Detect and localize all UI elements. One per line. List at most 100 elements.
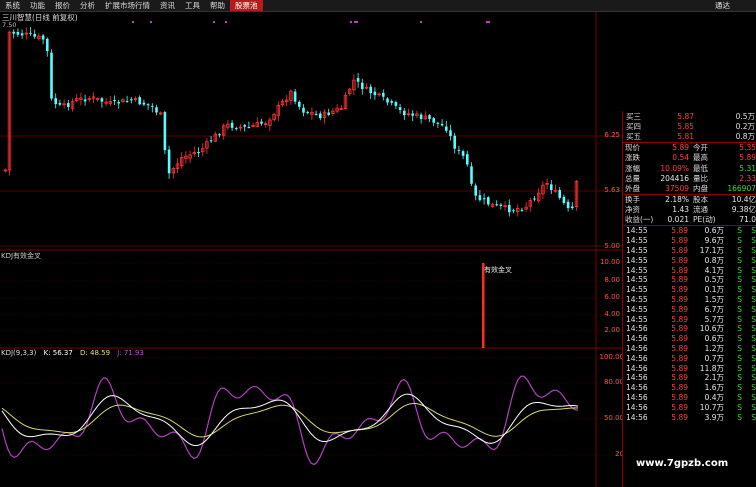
tick-side: S [737,275,742,285]
candle-body [209,140,213,142]
candle-body [46,38,49,52]
tick-side: S [751,314,756,324]
candle-body [298,101,301,107]
signal-axis-8: 8.00 [604,276,620,284]
candle-body [562,196,566,204]
tick-side: S [737,226,742,236]
tick-side: S [751,324,756,334]
candle-body [41,35,45,40]
stat-value: 204416 [660,173,689,183]
event-marker [356,21,358,23]
stat-value: 2.18% [665,195,689,205]
stat-value: 5.89 [739,153,756,163]
price-label-3: 5.00 [604,242,620,250]
candle-body [466,154,469,165]
order-price: 5.85 [677,121,694,131]
tick-side: S [737,393,742,402]
order-label: 买五 [626,131,641,141]
candle-body [130,99,133,101]
candle-body [155,107,158,113]
candle-body [50,52,53,99]
tick-row[interactable]: 14:56 5.89 3.9万 S S [623,412,756,422]
tick-time: 14:56 [626,334,648,344]
candle-body [403,110,406,116]
candle-body [146,104,150,106]
candle-body [382,92,385,97]
stat-label: 收益(一) [625,215,654,225]
candle-body [566,201,570,209]
stat-label: PE(动) [693,215,716,225]
event-marker [354,21,356,23]
tick-side: S [737,334,742,344]
candle-body [390,101,393,103]
candle-body [16,31,20,35]
order-row[interactable]: 买五 5.81 0.8万 [623,131,756,141]
stat-value: 0.54 [672,153,689,163]
price-label-2: 5.63 [604,186,620,194]
chart-canvas[interactable] [0,0,622,487]
tick-time: 14:55 [626,226,648,236]
candle-body [218,134,221,136]
tick-side: S [737,344,742,354]
tick-price: 5.89 [671,353,688,363]
candle-body [314,113,318,115]
candle-body [440,123,444,126]
tick-side: S [737,246,742,256]
tick-time: 14:55 [626,304,648,314]
tick-side: S [737,265,742,275]
stat-row: 净资 1.43 流通 9.38亿 [623,205,756,215]
candle-body [83,99,87,102]
price-label-1: 6.25 [604,131,620,139]
stat-value: 5.35 [739,143,756,153]
tick-side: S [751,373,756,383]
candle-body [306,112,309,114]
order-price: 5.87 [677,111,694,121]
candle-body [478,195,482,201]
candle-body [100,98,104,102]
candle-body [487,197,490,205]
tick-price: 5.89 [671,334,688,344]
tick-side: S [751,393,756,402]
stat-value: 71.0 [739,215,756,225]
candle-body [235,128,238,130]
tick-price: 5.89 [671,236,688,246]
signal-axis-2: 2.00 [604,326,620,334]
stat-value: 1.43 [672,205,689,215]
stat-value: 166907 [727,183,756,193]
tick-price: 5.89 [671,285,688,295]
candle-body [54,98,57,105]
signal-axis-6: 6.00 [604,293,620,301]
stat-value: 5.89 [672,143,689,153]
tick-price: 5.89 [671,402,688,412]
tick-list[interactable]: 14:55 5.89 0.6万 S S 14:55 5.89 9.6万 S S 14:55 5.89 1… [623,225,756,422]
order-row[interactable]: 买四 5.85 0.2万 [623,121,756,131]
candlestick-series [3,27,579,217]
tick-side: S [751,383,756,393]
stat-value: 9.38亿 [731,205,756,215]
event-marker [350,21,352,23]
candle-body [411,113,414,116]
candle-body [482,198,486,200]
candle-body [361,82,364,90]
stat-row: 收益(一) 0.021 PE(动) 71.0 [623,215,756,225]
tick-time: 14:56 [626,373,648,383]
tick-time: 14:55 [626,275,648,285]
order-row[interactable]: 买三 5.87 0.5万 [623,111,756,121]
event-marker [213,21,215,23]
tick-price: 5.89 [671,246,688,256]
menu-right-label[interactable]: 通达 [715,0,730,11]
candle-body [499,204,503,206]
candle-body [197,152,200,154]
candle-body [550,184,553,191]
kdj-j-line [1,375,579,466]
kdj-axis-100: 100.00 [599,353,625,361]
candle-body [302,107,305,113]
candle-body [449,130,452,137]
event-marker [132,21,134,23]
tick-side: S [737,373,742,383]
candle-body [512,210,515,212]
signal-text: 有效金叉 [484,266,512,274]
chart-max-price: 7.50 [2,21,17,29]
candle-body [12,31,15,34]
stat-row: 涨幅 10.09% 最低 5.31 [623,163,756,173]
